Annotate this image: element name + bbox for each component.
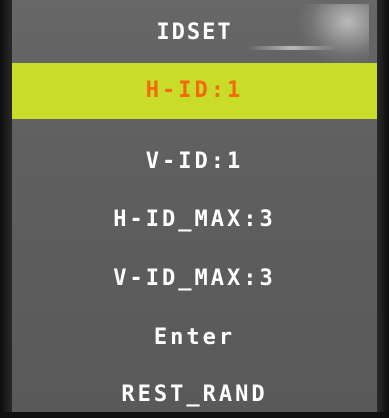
menu-item-h-id-max[interactable]: H-ID_MAX:3: [12, 205, 377, 235]
menu-item-v-id-max[interactable]: V-ID_MAX:3: [12, 264, 377, 294]
screen-glare-streak: [247, 46, 337, 50]
menu-item-v-id[interactable]: V-ID:1: [12, 147, 377, 177]
osd-menu-panel: IDSET H-ID:1 V-ID:1 H-ID_MAX:3 V-ID_MAX:…: [12, 0, 377, 412]
menu-item-enter[interactable]: Enter: [12, 323, 377, 353]
monitor-bezel-left: [0, 0, 12, 418]
menu-title: IDSET: [156, 20, 233, 45]
menu-item-rest-rand[interactable]: REST_RAND: [12, 380, 377, 410]
menu-item-h-id[interactable]: H-ID:1: [12, 63, 377, 119]
monitor-bezel-right: [377, 0, 389, 418]
monitor-bezel-bottom: [0, 412, 389, 418]
